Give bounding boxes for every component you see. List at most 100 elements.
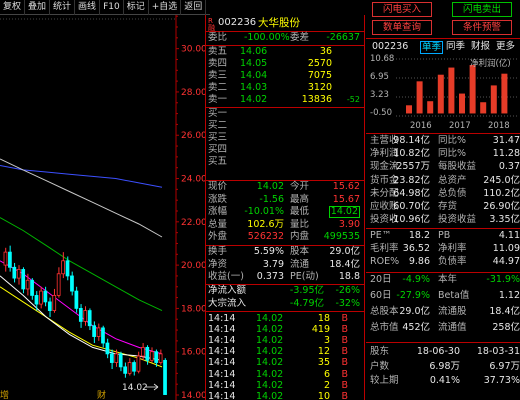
event-mark-left[interactable]: 增	[0, 388, 9, 400]
stat-value: -1.56	[259, 193, 284, 205]
performance-row-label-2: 流通值	[438, 322, 467, 333]
financial-row-value-2: 110.2亿	[483, 187, 520, 199]
financial-row: 主营收 98.14亿 同比% 31.47	[368, 135, 520, 147]
fundamental-label: 换手	[208, 246, 228, 257]
fund-flow-percent: -32%	[335, 297, 360, 309]
stat-label: 外盘	[208, 231, 228, 243]
mini-year-2018: 2018	[488, 121, 510, 131]
ask-row[interactable]: 卖二 14.03 3120	[208, 82, 362, 94]
toolbar-mark[interactable]: 标记	[124, 0, 149, 15]
valuation-row: PE™ 18.2 PB 4.11	[368, 230, 520, 242]
fundamental-value: 5.59%	[253, 246, 284, 257]
mini-year-2016: 2016	[410, 121, 432, 131]
candle-body	[12, 266, 17, 279]
valuation-row-value-2: 44.97	[492, 256, 520, 268]
candle-body	[74, 290, 79, 309]
order-queue-button[interactable]: 数单查询	[372, 20, 432, 35]
toolbar-draw-lines[interactable]: 画线	[75, 0, 101, 15]
performance-row-label-2: Beta值	[438, 290, 470, 301]
valuation-row-value: 9.86	[408, 256, 430, 268]
performance-row: 60日 -27.9% Beta值 1.12	[368, 290, 520, 302]
financial-row-value: 10.82亿	[393, 148, 430, 160]
bid-row[interactable]: 买一	[208, 108, 362, 120]
tab-financial-report[interactable]: 财报	[471, 41, 490, 53]
ask-row[interactable]: 卖一 14.02 13836 -52	[208, 94, 362, 106]
performance-row-value-2: 18.4亿	[489, 306, 520, 317]
ask-volume: 13836	[301, 94, 332, 105]
bid-row[interactable]: 买四	[208, 144, 362, 156]
bid-row[interactable]: 买五	[208, 156, 362, 168]
ask-change: -52	[346, 95, 360, 104]
financial-row-value-2: 3.35亿	[489, 214, 520, 226]
ask-row[interactable]: 卖三 14.04 7075	[208, 70, 362, 82]
holder-row: 股东 18-06-30 18-03-31	[368, 346, 520, 358]
candle-body	[39, 290, 43, 305]
tab-same-quarter[interactable]: 同季	[446, 41, 465, 53]
candle-body	[145, 346, 150, 361]
quote-panel: R 融 002236 大华股份 委比 -100.00% 委差 -26637 卖五…	[205, 15, 365, 400]
performance-row-value: 452亿	[402, 322, 430, 333]
flash-buy-button[interactable]: 闪电买入	[372, 2, 432, 17]
toolbar-f10[interactable]: F10	[100, 0, 124, 15]
toolbar-statistics[interactable]: 统计	[50, 0, 76, 15]
last-price-label: 14.02	[122, 383, 148, 393]
toolbar-overlay[interactable]: 叠加	[25, 0, 51, 15]
stat-label-2: 最低	[290, 206, 310, 218]
performance-row-value: -4.9%	[402, 274, 430, 285]
flash-sell-button[interactable]: 闪电卖出	[452, 2, 512, 17]
financial-row: 应收账 60.70亿 存货 26.90亿	[368, 201, 520, 213]
valuation-row-label-2: 净利率	[438, 243, 467, 255]
ask-row[interactable]: 卖四 14.05 2570	[208, 58, 362, 70]
ask-price: 14.04	[240, 70, 268, 81]
event-mark-right[interactable]: 财	[97, 388, 106, 400]
mini-profit-bar	[448, 67, 455, 114]
performance-row-label-2: 流通股	[438, 306, 467, 317]
toolbar-back[interactable]: 返回	[181, 0, 207, 15]
stock-code: 002236	[218, 17, 257, 28]
financial-row-label-2: 同比%	[438, 148, 467, 160]
toolbar-restore-rights[interactable]: 复权	[0, 0, 26, 15]
weibi-row: 委比 -100.00% 委差 -26637	[208, 32, 362, 44]
valuation-row-value: 18.2	[408, 230, 430, 241]
kline-chart[interactable]: 30.00 28.00 26.00 24.00 22.00 20.00 18.00 16.00…	[0, 15, 205, 400]
toolbar-add-watchlist[interactable]: +自选	[149, 0, 182, 15]
financial-row-value: -2557万	[392, 161, 430, 173]
candle-body	[109, 353, 114, 363]
candle-body	[21, 269, 26, 290]
stat-label: 涨跌	[208, 193, 228, 205]
ask-row[interactable]: 卖五 14.06 36	[208, 46, 362, 58]
stock-name: 大华股份	[258, 17, 300, 29]
candle-body	[83, 310, 88, 322]
stat-row: 现价 14.02 今开 15.62	[208, 181, 362, 193]
candle-body	[123, 366, 128, 374]
mini-profit-bar	[490, 85, 497, 114]
mini-profit-bar	[437, 74, 444, 114]
performance-row: 总市值 452亿 流通值 258亿	[368, 322, 520, 334]
bid-label: 买二	[208, 120, 228, 131]
ask-label: 卖三	[208, 70, 228, 81]
stat-value-2: 14.02	[328, 206, 360, 219]
condition-alert-button[interactable]: 条件预警	[452, 20, 512, 35]
performance-row-value-2: -31.9%	[486, 274, 520, 285]
holder-label: 户数	[370, 360, 390, 372]
bid-row[interactable]: 买二	[208, 120, 362, 132]
tab-single-quarter[interactable]: 单季	[420, 41, 444, 54]
tab-more[interactable]: 更多	[496, 41, 515, 53]
candle-body	[78, 308, 83, 322]
financial-row-value-2: 26.90亿	[483, 201, 520, 212]
candle-body	[8, 251, 12, 268]
fund-flow-label: 净流入额	[208, 285, 247, 296]
performance-row-label: 60日	[370, 290, 392, 301]
valuation-row-label-2: PB	[438, 230, 451, 241]
mini-y-tick-1: 6.95	[370, 72, 389, 82]
performance-row-label: 总股本	[370, 306, 399, 317]
candle-body	[163, 359, 167, 395]
candle-body	[30, 279, 34, 296]
ask-price: 14.03	[240, 82, 268, 93]
weicha-value: -26637	[326, 32, 360, 43]
candle-body	[127, 362, 132, 374]
bid-row[interactable]: 买三	[208, 132, 362, 144]
weibi-label: 委比	[208, 32, 228, 43]
candle-body	[154, 351, 159, 363]
ask-volume: 7075	[307, 70, 332, 81]
